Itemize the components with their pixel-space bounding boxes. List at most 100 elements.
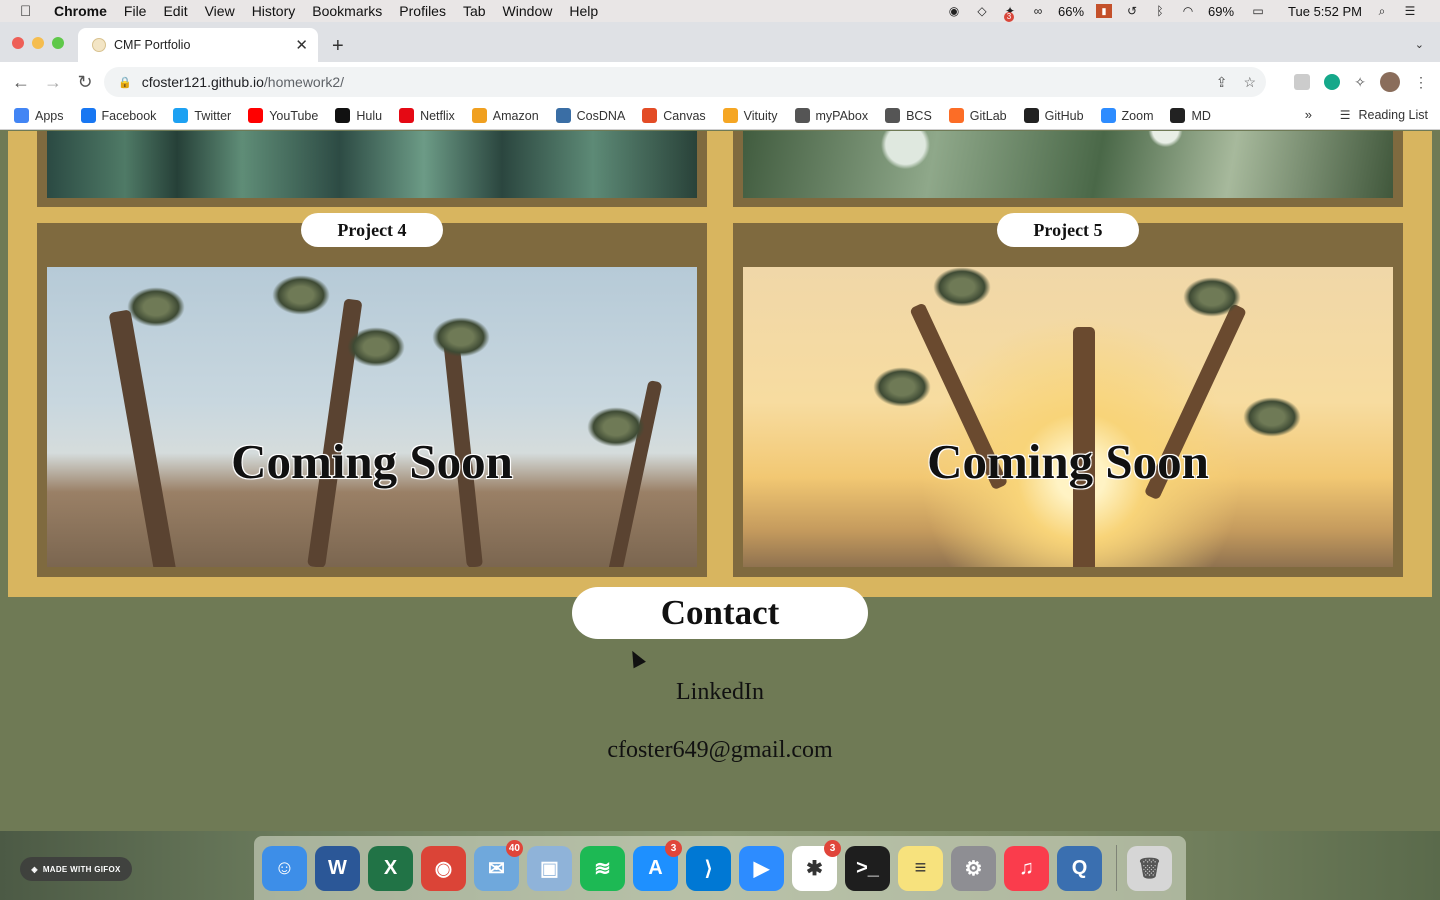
project-3-image[interactable] — [47, 131, 697, 198]
finder-icon[interactable]: ☺ — [262, 845, 307, 891]
back-arrow-icon[interactable]: ← — [10, 72, 32, 93]
bookmark-facebook[interactable]: Facebook — [80, 108, 156, 123]
project-5-image[interactable]: Coming Soon — [743, 267, 1393, 567]
reading-list-button[interactable]: ☰ Reading List — [1340, 108, 1428, 122]
bookmark-vituity[interactable]: Vituity — [722, 108, 778, 123]
excel-icon[interactable]: X — [368, 845, 413, 891]
menu-bookmarks[interactable]: Bookmarks — [312, 3, 382, 19]
bookmark-gitlab[interactable]: GitLab — [948, 108, 1007, 123]
apple-menu-icon[interactable]:  — [20, 3, 38, 20]
email-link[interactable]: cfoster649@gmail.com — [0, 737, 1440, 764]
tab-favicon-icon — [92, 38, 106, 52]
zoom-icon[interactable]: ▶ — [739, 845, 784, 891]
bookmark-amazon[interactable]: Amazon — [471, 108, 539, 123]
extension-icon[interactable] — [1294, 74, 1311, 90]
chrome-icon[interactable]: ◉ — [421, 845, 466, 891]
bookmark-hulu[interactable]: Hulu — [335, 108, 382, 123]
record-icon[interactable]: ◉ — [946, 4, 962, 18]
menu-help[interactable]: Help — [569, 3, 598, 19]
time-machine-icon[interactable]: ↺ — [1124, 4, 1140, 18]
menu-profiles[interactable]: Profiles — [399, 3, 446, 19]
project-4-title[interactable]: Project 4 — [301, 213, 443, 247]
notes-icon[interactable]: ≡ — [898, 845, 943, 891]
menu-file[interactable]: File — [124, 3, 147, 19]
linkedin-link[interactable]: LinkedIn — [0, 679, 1440, 706]
dock-glyph: ▶ — [753, 857, 770, 880]
terminal-icon[interactable]: >_ — [845, 845, 890, 891]
app-indicator-icon[interactable]: ▮ — [1096, 4, 1113, 18]
chrome-menu-kebab-icon[interactable]: ⋮ — [1414, 74, 1428, 91]
cosdna-icon — [555, 108, 571, 123]
bookmark-canvas[interactable]: Canvas — [642, 108, 706, 123]
bookmark-mypabox[interactable]: myPAbox — [794, 108, 868, 123]
bookmark-bcs[interactable]: BCS — [885, 108, 932, 123]
menu-window[interactable]: Window — [503, 3, 553, 19]
battery-app-percent[interactable]: 66% — [1058, 4, 1084, 19]
bookmark-netflix[interactable]: Netflix — [399, 108, 455, 123]
lock-icon[interactable]: 🔒 — [118, 76, 132, 89]
quicktime-icon[interactable]: Q — [1057, 845, 1102, 891]
bluetooth-icon[interactable]: ᛒ — [1152, 4, 1168, 18]
bookmark-github[interactable]: GitHub — [1023, 108, 1084, 123]
contact-heading: Contact — [572, 587, 868, 639]
menu-app-name[interactable]: Chrome — [54, 3, 107, 19]
hulu-icon — [335, 108, 351, 123]
slack-icon[interactable]: ✱ 3 — [792, 839, 841, 891]
spotify-icon[interactable]: ≋ — [580, 845, 625, 891]
reload-icon[interactable]: ↻ — [74, 72, 96, 93]
clock[interactable]: Tue 5:52 PM — [1288, 4, 1362, 19]
dock-glyph: ☺ — [274, 856, 295, 879]
profile-avatar[interactable] — [1380, 72, 1400, 92]
bookmark-label: Twitter — [194, 108, 232, 123]
word-icon[interactable]: W — [315, 845, 360, 891]
system-preferences-icon[interactable]: ⚙ — [951, 845, 996, 891]
grammarly-extension-icon[interactable] — [1324, 74, 1341, 90]
menu-history[interactable]: History — [252, 3, 296, 19]
fullscreen-window-button[interactable] — [52, 37, 64, 49]
creative-cloud-icon[interactable]: ∞ — [1030, 4, 1046, 18]
battery-icon[interactable]: ▭ — [1246, 4, 1270, 18]
bookmark-twitter[interactable]: Twitter — [173, 108, 231, 123]
preview-icon[interactable]: ▣ — [527, 845, 572, 891]
spotlight-search-icon[interactable]: ⌕ — [1374, 4, 1390, 18]
close-window-button[interactable] — [12, 37, 24, 49]
bookmark-apps[interactable]: Apps — [14, 108, 64, 123]
vscode-icon[interactable]: ⟩ — [686, 845, 731, 891]
share-icon[interactable]: ⇪ — [1216, 74, 1228, 91]
bookmark-star-icon[interactable]: ☆ — [1243, 74, 1256, 91]
dropbox-icon[interactable]: ✦ 3 — [1002, 4, 1018, 22]
tab-close-icon[interactable]: ✕ — [295, 36, 308, 54]
mail-icon[interactable]: ✉ 40 — [474, 839, 523, 891]
control-center-icon[interactable]: ☰ — [1402, 4, 1418, 18]
project-4-image[interactable]: Coming Soon — [47, 267, 697, 567]
new-tab-plus-icon[interactable]: + — [332, 36, 344, 56]
bookmark-zoom[interactable]: Zoom — [1100, 108, 1153, 123]
bookmark-cosdna[interactable]: CosDNA — [555, 108, 625, 123]
tree-frond — [432, 317, 490, 357]
gifox-status-icon[interactable]: ◇ — [974, 4, 990, 18]
wifi-icon[interactable]: ◠ — [1180, 4, 1196, 18]
project-3b-image[interactable] — [743, 131, 1393, 198]
url-path: /homework2/ — [263, 74, 345, 90]
bookmarks-overflow-chevron-icon[interactable]: » — [1305, 107, 1312, 122]
battery-percent[interactable]: 69% — [1208, 4, 1234, 19]
active-tab[interactable]: CMF Portfolio ✕ — [78, 28, 318, 62]
music-icon[interactable]: ♫ — [1004, 845, 1049, 891]
app-store-icon[interactable]: A3 — [633, 839, 682, 891]
project-5-title[interactable]: Project 5 — [997, 213, 1139, 247]
menu-edit[interactable]: Edit — [163, 3, 187, 19]
address-bar[interactable]: 🔒 cfoster121.github.io/homework2/ ⇪ ☆ — [104, 67, 1266, 97]
bookmark-youtube[interactable]: YouTube — [248, 108, 318, 123]
menu-view[interactable]: View — [205, 3, 235, 19]
minimize-window-button[interactable] — [32, 37, 44, 49]
tab-search-chevron-icon[interactable]: ⌄ — [1415, 38, 1424, 51]
bookmark-label: GitLab — [969, 108, 1007, 123]
extensions-puzzle-icon[interactable]: ✧ — [1354, 74, 1366, 91]
trash-icon[interactable]: 🗑 — [1127, 845, 1172, 891]
bookmark-md[interactable]: MD — [1170, 108, 1211, 123]
github-icon — [1023, 108, 1039, 123]
forward-arrow-icon[interactable]: → — [42, 72, 64, 93]
facebook-icon — [80, 108, 96, 123]
menu-tab[interactable]: Tab — [463, 3, 486, 19]
dock-glyph: A — [648, 856, 663, 879]
